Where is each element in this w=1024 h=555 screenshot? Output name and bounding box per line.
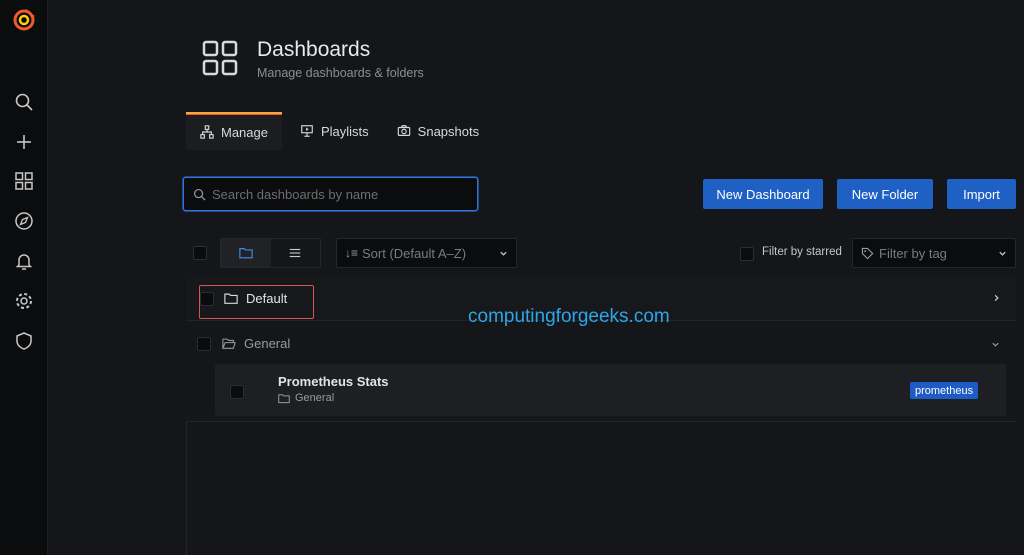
folder-general-name: General [244, 336, 291, 351]
select-all-checkbox[interactable] [193, 246, 207, 260]
tab-playlists-label: Playlists [320, 123, 369, 139]
tab-manage-label: Manage [221, 124, 268, 140]
tab-playlists[interactable]: Playlists [286, 112, 383, 150]
new-dashboard-button[interactable]: New Dashboard [703, 179, 823, 209]
plus-icon[interactable] [9, 127, 39, 157]
tag-filter-select[interactable]: Filter by tag [852, 238, 1016, 268]
sidebar [0, 0, 48, 555]
search-icon[interactable] [9, 87, 39, 117]
tab-bar: Manage Playlists Snapshots [186, 112, 493, 150]
annotation-highlight-box [199, 285, 314, 319]
dashboard-folder: General [278, 392, 334, 404]
new-folder-button[interactable]: New Folder [837, 179, 933, 209]
list-empty-area [186, 422, 1016, 555]
grafana-logo-icon[interactable] [9, 5, 39, 35]
dashboard-title[interactable]: Prometheus Stats [278, 374, 389, 389]
alerting-bell-icon[interactable] [9, 246, 39, 276]
dashboard-item[interactable] [215, 364, 1006, 416]
sort-select[interactable]: ↓≡ Sort (Default A–Z) [336, 238, 517, 268]
folder-open-icon [222, 338, 236, 349]
tab-snapshots[interactable]: Snapshots [383, 112, 493, 150]
tab-snapshots-label: Snapshots [417, 123, 480, 139]
chevron-down-icon[interactable] [991, 337, 1000, 352]
sitemap-icon [200, 125, 214, 139]
explore-compass-icon[interactable] [9, 206, 39, 236]
folder-icon [278, 393, 290, 403]
search-box[interactable] [183, 177, 478, 211]
sort-order-icon: ↓≡ [345, 246, 359, 260]
dashboards-icon[interactable] [9, 166, 39, 196]
list-icon [290, 248, 301, 258]
chevron-down-icon [998, 246, 1007, 261]
tab-manage[interactable]: Manage [186, 112, 282, 150]
folder-view-button[interactable] [221, 239, 271, 267]
dashboard-folder-name: General [295, 392, 335, 404]
camera-icon [397, 125, 410, 136]
folder-icon [239, 248, 253, 259]
chevron-right-icon[interactable] [992, 291, 1001, 306]
configuration-gear-icon[interactable] [9, 286, 39, 316]
search-icon [193, 188, 206, 200]
dashboards-header-icon [202, 40, 238, 76]
presentation-play-icon [301, 125, 313, 137]
list-view-button[interactable] [270, 239, 320, 267]
dashboard-item-checkbox[interactable] [230, 385, 244, 399]
folder-general-checkbox[interactable] [197, 337, 211, 351]
dashboard-tag[interactable]: prometheus [910, 382, 979, 399]
sort-value: Sort (Default A–Z) [362, 245, 467, 261]
filter-starred-label: Filter by starred [762, 246, 842, 258]
page-title: Dashboards [257, 38, 371, 61]
folder-general-label[interactable]: General [222, 336, 290, 351]
watermark-text: computingforgeeks.com [468, 306, 670, 327]
view-mode-toggle [220, 238, 321, 268]
tag-filter-placeholder: Filter by tag [879, 245, 947, 261]
search-input[interactable] [212, 186, 462, 202]
server-admin-shield-icon[interactable] [9, 326, 39, 356]
page-subtitle: Manage dashboards & folders [257, 66, 424, 80]
chevron-down-icon [499, 246, 508, 261]
tag-icon [861, 247, 874, 259]
import-button[interactable]: Import [947, 179, 1016, 209]
filter-starred-checkbox[interactable] [740, 247, 754, 261]
